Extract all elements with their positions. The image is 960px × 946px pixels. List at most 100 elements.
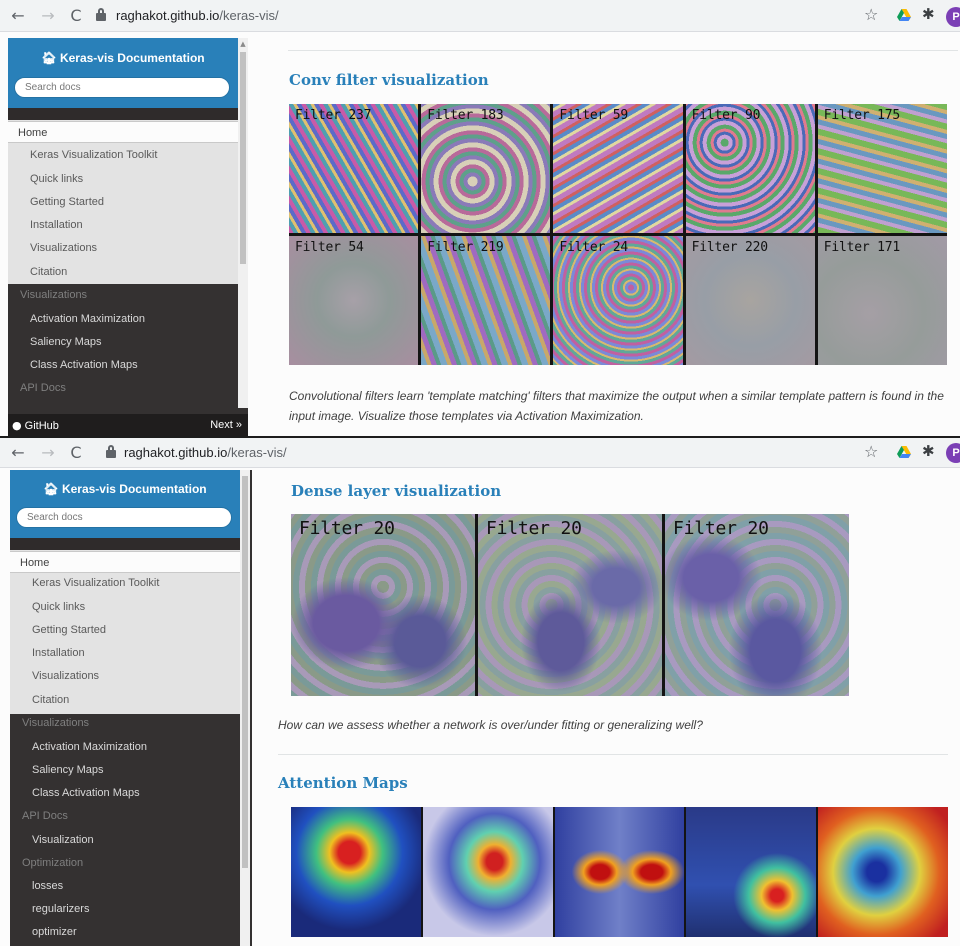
nav-losses[interactable]: losses xyxy=(10,879,240,893)
nav-class-activation-maps[interactable]: Class Activation Maps xyxy=(8,358,238,372)
dense-filter-image: Filter 20 xyxy=(291,514,475,696)
dense-caption: How can we assess whether a network is o… xyxy=(278,718,703,732)
nav-keras-visualization-toolkit[interactable]: Keras Visualization Toolkit xyxy=(8,148,238,162)
filter-label: Filter 20 xyxy=(486,518,582,539)
conv-caption: Convolutional filters learn 'template ma… xyxy=(289,389,944,423)
screenshot-top: ← → C raghakot.github.io/keras-vis/ ☆ ✱ … xyxy=(0,0,960,436)
attention-map-image xyxy=(422,807,553,937)
browser-toolbar: ← → C raghakot.github.io/keras-vis/ ☆ ✱ … xyxy=(0,0,960,32)
forward-icon[interactable]: → xyxy=(38,443,58,463)
nav-quick-links[interactable]: Quick links xyxy=(8,172,238,186)
attention-map-image xyxy=(554,807,685,937)
bookmark-star-icon[interactable]: ☆ xyxy=(864,5,878,24)
home-icon: 🏠︎ xyxy=(43,482,59,496)
bookmark-star-icon[interactable]: ☆ xyxy=(864,442,878,461)
filter-label: Filter 171 xyxy=(823,240,901,255)
reload-icon[interactable]: C xyxy=(66,443,86,463)
nav-citation[interactable]: Citation xyxy=(10,693,240,707)
browser-toolbar-2: ← → C raghakot.github.io/keras-vis/ ☆ ✱ … xyxy=(0,438,960,468)
nav-class-activation-maps[interactable]: Class Activation Maps xyxy=(10,786,240,800)
nav-home[interactable]: Home xyxy=(10,551,240,573)
reload-icon[interactable]: C xyxy=(66,6,86,26)
conv-section-title: Conv filter visualization xyxy=(289,71,489,89)
forward-icon[interactable]: → xyxy=(38,6,58,26)
sidebar-scroll-thumb[interactable] xyxy=(242,476,248,868)
filter-label: Filter 20 xyxy=(299,518,395,539)
conv-filter-image: Filter 171 xyxy=(817,236,947,365)
sidebar-header: 🏠︎ Keras-vis Documentation Search docs xyxy=(10,470,240,538)
address-bar[interactable]: raghakot.github.io/keras-vis/ xyxy=(116,8,279,23)
address-bar[interactable]: raghakot.github.io/keras-vis/ xyxy=(124,445,287,460)
nav-visualizations[interactable]: Visualizations xyxy=(8,241,238,255)
next-link[interactable]: Next » xyxy=(210,419,242,431)
google-drive-icon[interactable] xyxy=(897,9,911,22)
google-drive-icon[interactable] xyxy=(897,446,911,459)
caption-visualizations: Visualizations xyxy=(22,717,90,729)
nav-regularizers[interactable]: regularizers xyxy=(10,902,240,916)
nav-citation[interactable]: Citation xyxy=(8,265,238,279)
home-icon: 🏠︎ xyxy=(41,51,57,65)
nav-keras-visualization-toolkit[interactable]: Keras Visualization Toolkit xyxy=(10,576,240,590)
nav-visualizations[interactable]: Visualizations xyxy=(10,669,240,683)
caption-api-docs: API Docs xyxy=(22,810,68,822)
nav-visualization[interactable]: Visualization xyxy=(10,833,240,847)
docs-sidebar: 🏠︎ Keras-vis Documentation Search docs H… xyxy=(8,38,248,436)
nav-installation[interactable]: Installation xyxy=(10,646,240,660)
filter-label: Filter 24 xyxy=(559,240,629,255)
github-icon: ● xyxy=(12,419,22,432)
conv-filter-grid: Filter 237 Filter 183 Filter 59 Filter 90 Fi… xyxy=(289,104,947,365)
dense-section-title: Dense layer visualization xyxy=(291,482,502,500)
sidebar-title[interactable]: 🏠︎ Keras-vis Documentation xyxy=(10,482,240,496)
github-link[interactable]: ● GitHub xyxy=(12,419,59,432)
sidebar-title[interactable]: 🏠︎ Keras-vis Documentation xyxy=(8,51,238,65)
sidebar-header: 🏠︎ Keras-vis Documentation Search docs xyxy=(8,38,238,108)
back-icon[interactable]: ← xyxy=(8,6,28,26)
scroll-up-icon[interactable]: ▲ xyxy=(240,40,246,48)
conv-filter-image: Filter 220 xyxy=(685,236,815,365)
dense-filter-image: Filter 20 xyxy=(665,514,849,696)
section-divider xyxy=(288,50,958,51)
nav-saliency-maps[interactable]: Saliency Maps xyxy=(8,335,238,349)
content-area: Conv filter visualization Filter 237 Filt… xyxy=(248,32,960,436)
profile-avatar[interactable]: P xyxy=(946,443,960,463)
conv-filter-image: Filter 54 xyxy=(289,236,419,365)
nav-optimizer[interactable]: optimizer xyxy=(10,925,240,939)
back-icon[interactable]: ← xyxy=(8,443,28,463)
nav-activation-maximization[interactable]: Activation Maximization xyxy=(8,312,238,326)
sidebar-scroll-thumb[interactable] xyxy=(240,52,246,264)
profile-avatar[interactable]: P xyxy=(946,7,960,27)
dense-filter-grid: Filter 20 Filter 20 Filter 20 xyxy=(291,514,849,696)
extensions-puzzle-icon[interactable]: ✱ xyxy=(922,442,935,460)
nav-getting-started[interactable]: Getting Started xyxy=(8,195,238,209)
nav-home[interactable]: Home xyxy=(8,121,238,143)
nav-activation-maximization[interactable]: Activation Maximization xyxy=(10,740,240,754)
lock-icon xyxy=(106,445,116,458)
filter-label: Filter 54 xyxy=(295,240,364,255)
lock-icon xyxy=(96,8,106,21)
caption-visualizations: Visualizations xyxy=(20,289,88,301)
section-divider xyxy=(278,754,948,755)
conv-filter-image: Filter 24 xyxy=(553,236,683,365)
filter-label: Filter 219 xyxy=(427,240,504,255)
content-area-2: Dense layer visualization Filter 20 Filte… xyxy=(252,468,960,946)
nav-installation[interactable]: Installation xyxy=(8,218,238,232)
conv-filter-image: Filter 59 xyxy=(553,104,683,233)
filter-label: Filter 237 xyxy=(295,108,372,123)
attention-map-grid xyxy=(291,807,948,937)
conv-filter-image: Filter 237 xyxy=(289,104,419,233)
caption-optimization: Optimization xyxy=(22,857,84,869)
nav-quick-links[interactable]: Quick links xyxy=(10,600,240,614)
extensions-puzzle-icon[interactable]: ✱ xyxy=(922,5,935,23)
dense-filter-image: Filter 20 xyxy=(478,514,662,696)
nav-getting-started[interactable]: Getting Started xyxy=(10,623,240,637)
caption-api-docs: API Docs xyxy=(20,382,66,394)
conv-filter-image: Filter 175 xyxy=(817,104,947,233)
conv-filter-image: Filter 219 xyxy=(421,236,551,365)
docs-sidebar-2: 🏠︎ Keras-vis Documentation Search docs H… xyxy=(10,470,252,946)
nav-saliency-maps[interactable]: Saliency Maps xyxy=(10,763,240,777)
filter-label: Filter 220 xyxy=(691,240,768,255)
search-docs-input[interactable]: Search docs xyxy=(16,507,232,528)
search-docs-input[interactable]: Search docs xyxy=(14,77,230,98)
conv-filter-image: Filter 183 xyxy=(421,104,551,233)
filter-label: Filter 183 xyxy=(427,108,504,123)
